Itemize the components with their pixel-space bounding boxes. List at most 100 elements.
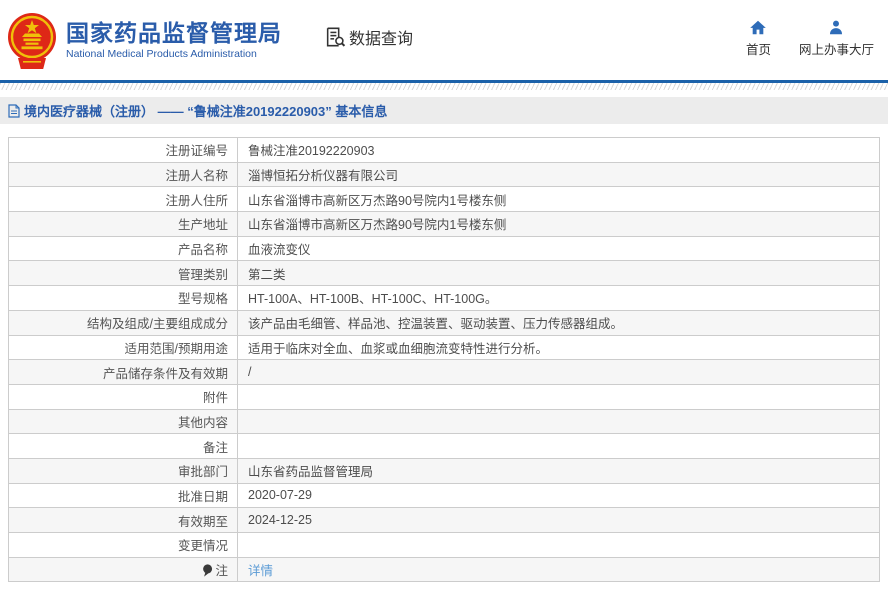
table-row: 审批部门 山东省药品监督管理局 — [8, 457, 880, 484]
table-row: 其他内容 — [8, 408, 880, 435]
row-label: 结构及组成/主要组成成分 — [8, 309, 238, 336]
site-header: 国家药品监督管理局 National Medical Products Admi… — [0, 0, 888, 80]
row-value-text: 山东省药品监督管理局 — [248, 465, 374, 480]
row-label: 变更情况 — [8, 532, 238, 558]
row-value: 适用于临床对全血、血浆或血细胞流变特性进行分析。 — [237, 334, 880, 361]
row-value-text: / — [248, 365, 252, 380]
row-label-text: 结构及组成/主要组成成分 — [87, 317, 228, 332]
row-label-text: 注册人名称 — [165, 169, 228, 184]
row-label: 其他内容 — [8, 408, 238, 435]
hatch-band — [0, 83, 888, 90]
row-label: 备注 — [8, 433, 238, 459]
row-value: / — [237, 359, 880, 385]
row-label: 注 — [8, 556, 238, 583]
row-label-text: 变更情况 — [177, 539, 228, 554]
agency-names: 国家药品监督管理局 National Medical Products Admi… — [66, 20, 282, 60]
nav-service-hall[interactable]: 网上办事大厅 — [799, 19, 874, 58]
row-value: 2020-07-29 — [237, 482, 880, 509]
table-row: 管理类别 第二类 — [8, 260, 880, 287]
table-row: 结构及组成/主要组成成分 该产品由毛细管、样品池、控温装置、驱动装置、压力传感器组… — [8, 309, 880, 336]
table-row: 型号规格 HT-100A、HT-100B、HT-100C、HT-100G。 — [8, 285, 880, 311]
row-label: 注册人名称 — [8, 161, 238, 188]
row-label-text: 适用范围/预期用途 — [124, 341, 228, 356]
home-icon — [750, 20, 767, 34]
row-label-text: 其他内容 — [177, 415, 228, 430]
table-row: 注册人住所 山东省淄博市高新区万杰路90号院内1号楼东侧 — [8, 186, 880, 213]
person-icon — [830, 20, 843, 34]
agency-name-zh: 国家药品监督管理局 — [66, 19, 282, 46]
details-link[interactable]: 详情 — [248, 564, 273, 578]
row-value — [237, 433, 880, 459]
table-row: 注册人名称 淄博恒拓分析仪器有限公司 — [8, 161, 880, 188]
row-label: 型号规格 — [8, 285, 238, 311]
row-label-text: 生产地址 — [177, 218, 228, 233]
table-row: 适用范围/预期用途 适用于临床对全血、血浆或血细胞流变特性进行分析。 — [8, 334, 880, 361]
row-value-text: 鲁械注准20192220903 — [248, 144, 375, 159]
row-label: 有效期至 — [8, 507, 238, 533]
row-label: 管理类别 — [8, 260, 238, 287]
row-label: 注册证编号 — [8, 137, 238, 163]
row-value: 第二类 — [237, 260, 880, 287]
row-value — [237, 383, 880, 410]
row-label: 生产地址 — [8, 211, 238, 237]
nav-data-query-label: 数据查询 — [349, 31, 414, 48]
row-value: 山东省淄博市高新区万杰路90号院内1号楼东侧 — [237, 211, 880, 237]
row-label-text: 注册人住所 — [165, 193, 228, 208]
row-label: 注册人住所 — [8, 186, 238, 213]
row-label-text: 附件 — [202, 391, 228, 406]
row-label-text: 批准日期 — [177, 489, 228, 504]
registration-info: 注册证编号 鲁械注准20192220903 注册人名称 淄博恒拓分析仪器有限公司 注册人… — [8, 137, 880, 583]
row-value-text: 第二类 — [248, 267, 286, 282]
row-label-text: 有效期至 — [177, 514, 228, 529]
agency-name-en: National Medical Products Administration — [66, 48, 257, 61]
row-value-text: HT-100A、HT-100B、HT-100C、HT-100G。 — [248, 292, 498, 307]
table-row: 生产地址 山东省淄博市高新区万杰路90号院内1号楼东侧 — [8, 211, 880, 237]
table-row: 备注 — [8, 433, 880, 459]
row-value: 淄博恒拓分析仪器有限公司 — [237, 161, 880, 188]
row-label: 附件 — [8, 383, 238, 410]
row-value-text: 淄博恒拓分析仪器有限公司 — [248, 169, 399, 184]
table-row: 附件 — [8, 383, 880, 410]
row-value: 该产品由毛细管、样品池、控温装置、驱动装置、压力传感器组成。 — [237, 309, 880, 336]
row-value-text: 该产品由毛细管、样品池、控温装置、驱动装置、压力传感器组成。 — [248, 317, 624, 332]
row-value: HT-100A、HT-100B、HT-100C、HT-100G。 — [237, 285, 880, 311]
nav-data-query[interactable]: 数据查询 — [324, 25, 413, 49]
row-value: 详情 — [237, 556, 880, 583]
agency-logo[interactable]: 国家药品监督管理局 National Medical Products Admi… — [5, 10, 282, 70]
nav-service-hall-label: 网上办事大厅 — [798, 42, 874, 57]
nav-home[interactable]: 首页 — [746, 19, 771, 58]
table-row: 注 详情 — [8, 556, 880, 583]
page-title-bar: 境内医疗器械（注册） —— “鲁械注准20192220903” 基本信息 — [0, 97, 888, 124]
row-label: 产品名称 — [8, 235, 238, 262]
table-row: 有效期至 2024-12-25 — [8, 507, 880, 533]
row-value-text: 2024-12-25 — [248, 513, 312, 528]
row-label: 批准日期 — [8, 482, 238, 509]
row-label: 产品储存条件及有效期 — [8, 359, 238, 385]
info-table-body: 注册证编号 鲁械注准20192220903 注册人名称 淄博恒拓分析仪器有限公司 注册人… — [8, 137, 880, 583]
table-row: 变更情况 — [8, 532, 880, 558]
header-right-nav: 首页 网上办事大厅 — [746, 19, 874, 58]
national-emblem-icon — [8, 13, 56, 69]
page: { "header": { "agency_name_zh": "国家药品监督管… — [0, 0, 888, 607]
table-row: 注册证编号 鲁械注准20192220903 — [8, 137, 880, 163]
row-value: 鲁械注准20192220903 — [237, 137, 880, 163]
info-table: 注册证编号 鲁械注准20192220903 注册人名称 淄博恒拓分析仪器有限公司 注册人… — [8, 137, 880, 583]
row-value-text: 2020-07-29 — [248, 488, 312, 503]
row-value: 山东省药品监督管理局 — [237, 457, 880, 484]
row-value-text: 山东省淄博市高新区万杰路90号院内1号楼东侧 — [248, 218, 507, 233]
nav-home-label: 首页 — [745, 42, 771, 57]
table-row: 批准日期 2020-07-29 — [8, 482, 880, 509]
row-value: 血液流变仪 — [237, 235, 880, 262]
row-value — [237, 408, 880, 435]
row-label-text: 注册证编号 — [165, 144, 228, 159]
row-value: 2024-12-25 — [237, 507, 880, 533]
document-icon — [8, 103, 20, 118]
document-search-icon — [326, 27, 346, 47]
table-row: 产品名称 血液流变仪 — [8, 235, 880, 262]
row-label-text: 注 — [215, 564, 228, 579]
page-title: 境内医疗器械（注册） —— “鲁械注准20192220903” 基本信息 — [24, 104, 388, 119]
row-value-text: 适用于临床对全血、血浆或血细胞流变特性进行分析。 — [248, 341, 549, 356]
row-label-text: 审批部门 — [177, 465, 228, 480]
row-value — [237, 532, 880, 558]
pin-icon — [203, 564, 213, 577]
